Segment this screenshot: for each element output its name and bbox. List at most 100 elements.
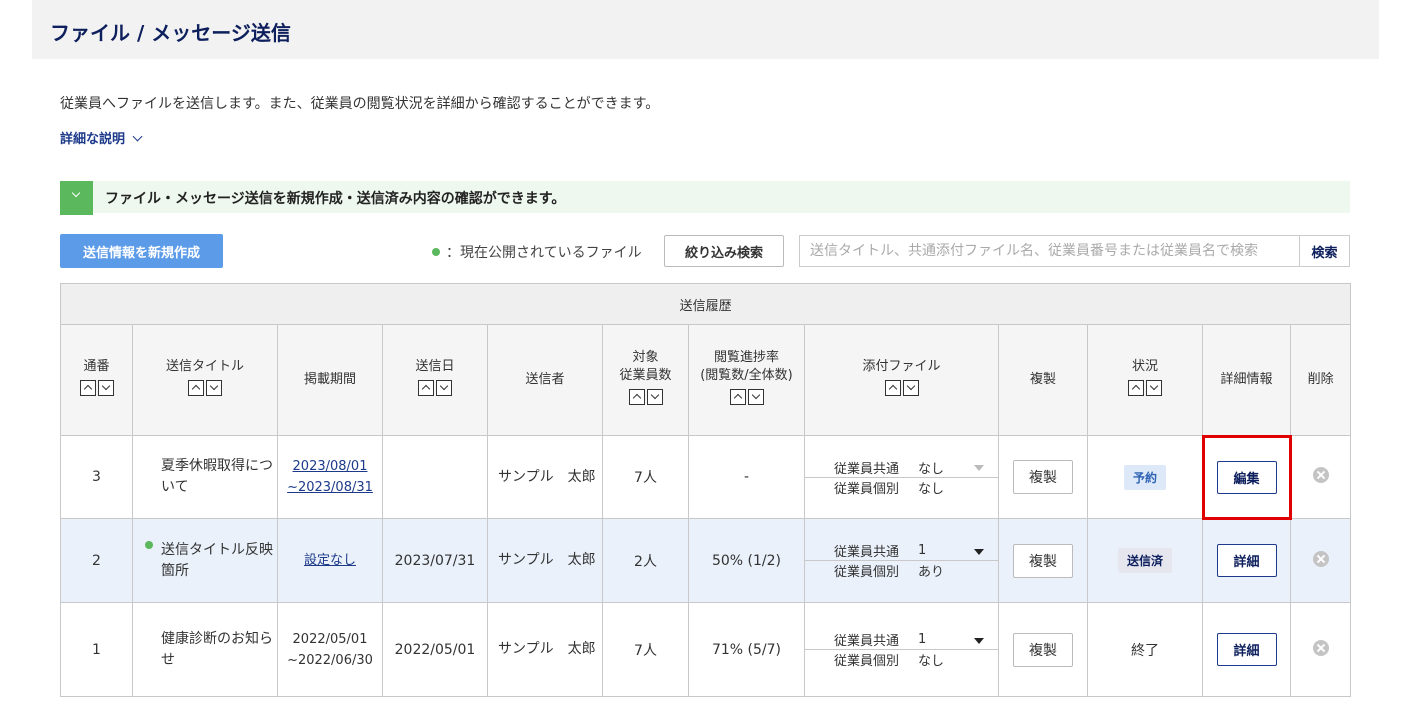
sort-desc-icon[interactable] [97,380,114,396]
row-no: 3 [60,435,133,519]
row-no: 2 [60,518,133,603]
individual-value: なし [918,481,945,497]
copy-button[interactable]: 複製 [1013,460,1073,494]
row-status: 終了 [1087,602,1203,697]
caret-down-icon [974,465,984,471]
caret-down-icon [974,637,984,644]
row-delete [1289,602,1352,697]
row-targets: 2人 [602,518,689,603]
legend-text: ：現在公開されているファイル [446,245,642,261]
attachment-common-select[interactable]: 従業員共通 1 [805,541,998,560]
sort-desc-icon[interactable] [747,389,764,405]
new-send-button[interactable]: 送信情報を新規作成 [60,234,223,268]
attachment-common-select[interactable]: 従業員共通 なし [805,458,998,477]
sort-asc-icon[interactable] [729,389,746,405]
row-sender: サンプル 太郎 [487,435,603,519]
row-copy: 複製 [998,518,1088,603]
common-label: 従業員共通 [833,545,899,560]
col-delete: 削除 [1289,324,1352,436]
table-row: 3 夏季休暇取得について 2023/08/01 ~2023/08/31 サンプル… [60,434,1352,520]
details-toggle[interactable]: 詳細な説明 [60,128,143,147]
col-status-label: 状況 [1131,359,1158,374]
sorter [729,389,764,405]
caret-down-icon [974,548,984,555]
sort-desc-icon[interactable] [1146,380,1162,396]
row-delete [1289,518,1352,603]
sort-asc-icon[interactable] [79,380,96,396]
row-title: 夏季休暇取得について [132,435,278,519]
row-status: 送信済 [1087,518,1203,603]
individual-value: なし [918,654,945,669]
filter-search-button[interactable]: 絞り込み検索 [664,235,784,267]
row-detail: 編集 [1201,434,1292,520]
row-title: 送信タイトル反映箇所 [132,518,278,603]
delete-icon[interactable] [1312,639,1329,656]
col-period: 掲載期間 [277,324,383,436]
period-link[interactable]: 2023/08/01 ~2023/08/31 [287,459,373,495]
search-button[interactable]: 検索 [1299,236,1349,266]
sort-asc-icon[interactable] [884,380,901,396]
sort-asc-icon[interactable] [188,380,204,396]
row-date: 2023/07/31 [382,518,488,603]
search-box: 検索 [799,235,1350,267]
col-title-label: 送信タイトル [165,359,244,374]
attachment-individual: 従業員個別 あり [805,560,998,580]
detail-button[interactable]: 詳細 [1216,544,1277,577]
sorter [79,380,114,396]
page-title: ファイル / メッセージ送信 [50,21,291,45]
sorter [884,380,919,396]
copy-button[interactable]: 複製 [1013,543,1073,578]
search-input[interactable] [800,236,1300,266]
banner-text: ファイル・メッセージ送信を新規作成・送信済み内容の確認ができます。 [105,191,566,207]
sort-asc-icon[interactable] [418,380,434,396]
row-detail: 詳細 [1202,602,1291,697]
send-history-table: 送信履歴 通番 送信タイトル 掲載期間 送信日 送信者 対象 従業員数 閲覧進捗… [59,283,1352,697]
row-copy: 複製 [998,602,1088,697]
public-dot-icon [432,248,440,256]
row-title-text: 送信タイトル反映箇所 [161,541,273,579]
sort-asc-icon[interactable] [1128,380,1144,396]
attachment-common-select[interactable]: 従業員共通 1 [805,630,998,649]
row-delete [1289,435,1352,519]
common-value: なし [918,461,945,477]
col-attachments-label: 添付ファイル [862,359,941,374]
sort-asc-icon[interactable] [628,389,645,405]
col-targets: 対象 従業員数 [602,324,689,436]
row-progress: 50% (1/2) [688,518,805,603]
sort-desc-icon[interactable] [646,389,663,405]
public-legend: ：現在公開されているファイル [432,242,642,262]
col-no-label: 通番 [83,359,110,374]
attachment-individual: 従業員個別 なし [805,476,998,497]
delete-icon[interactable] [1312,467,1329,483]
row-no: 1 [60,602,133,697]
chevron-down-icon [71,188,81,198]
period-link[interactable]: 設定なし [304,553,356,568]
details-toggle-label: 詳細な説明 [60,132,126,147]
col-targets-label: 対象 従業員数 [619,350,672,383]
row-targets: 7人 [602,602,689,697]
row-attachments: 従業員共通 なし 従業員個別 なし [804,435,999,519]
common-value: 1 [918,632,927,647]
page-header: ファイル / メッセージ送信 [32,0,1379,59]
edit-button[interactable]: 編集 [1216,460,1277,494]
public-dot-icon [145,541,153,549]
sort-desc-icon[interactable] [206,380,222,396]
row-status: 予約 [1087,435,1203,519]
banner-toggle[interactable] [60,181,93,215]
sort-desc-icon[interactable] [436,380,452,396]
delete-icon[interactable] [1312,550,1329,567]
row-title: 健康診断のお知らせ [132,602,278,697]
sort-desc-icon[interactable] [902,380,919,396]
sorter [1128,380,1162,396]
attachment-individual: 従業員個別 なし [805,649,998,669]
copy-button[interactable]: 複製 [1013,632,1073,667]
col-no: 通番 [60,324,133,436]
row-sender: サンプル 太郎 [487,518,603,603]
individual-label: 従業員個別 [833,481,899,497]
status-text: 終了 [1131,642,1159,659]
col-copy: 複製 [998,324,1088,436]
col-status: 状況 [1087,324,1203,436]
common-value: 1 [918,543,927,558]
common-label: 従業員共通 [833,461,899,477]
detail-button[interactable]: 詳細 [1216,633,1277,666]
